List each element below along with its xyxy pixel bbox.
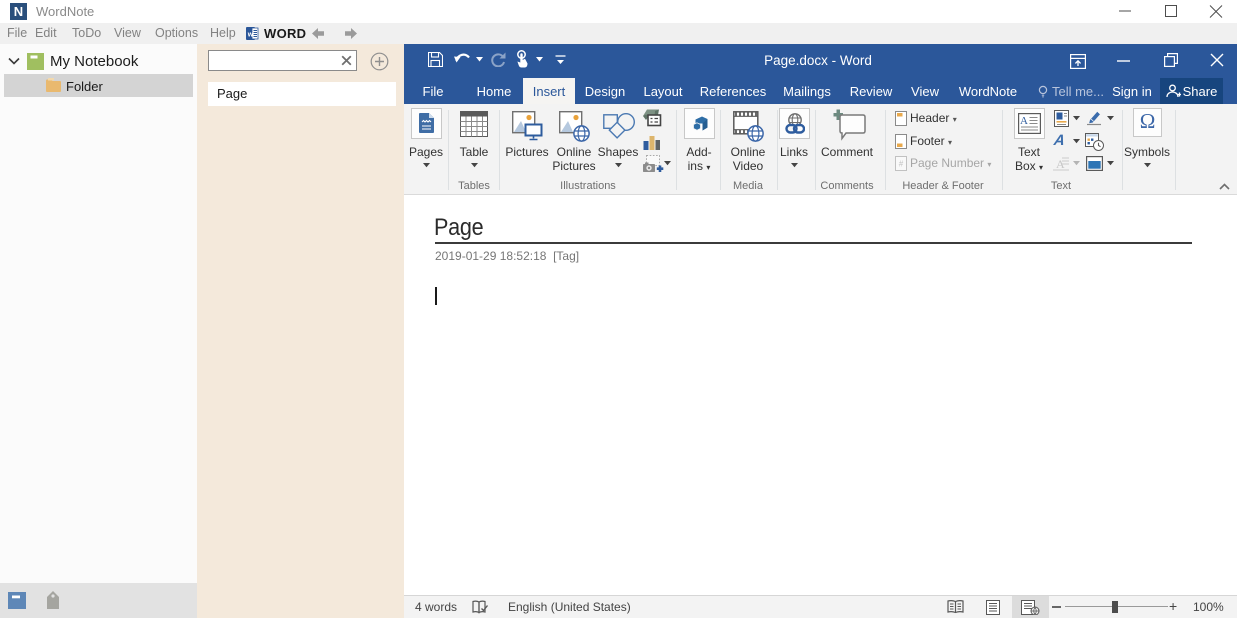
svg-text:w: w [247, 32, 254, 39]
svg-text:#: # [899, 160, 904, 169]
svg-text:A: A [1020, 115, 1028, 127]
